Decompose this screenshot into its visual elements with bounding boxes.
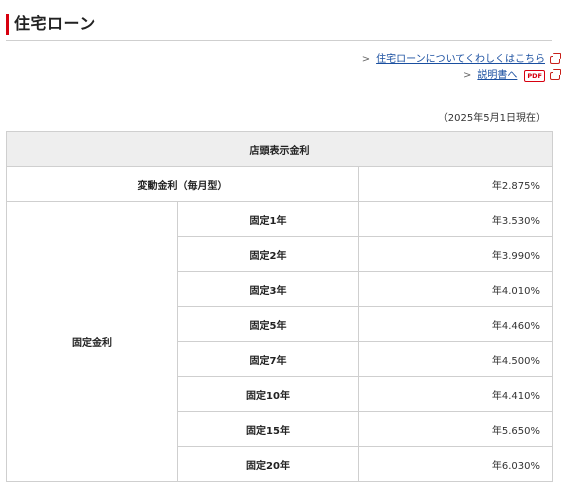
manual-link[interactable]: 説明書へ bbox=[477, 69, 517, 83]
page-heading: 住宅ローン bbox=[6, 12, 552, 41]
external-window-icon bbox=[550, 53, 561, 64]
detail-link-row[interactable]: > 住宅ローンについてくわしくはこちら bbox=[361, 53, 561, 67]
variable-rate-value: 年2.875% bbox=[357, 166, 554, 202]
fixed-rate-value: 年4.410% bbox=[357, 376, 554, 412]
pdf-icon: PDF bbox=[524, 70, 545, 82]
fixed-rate-value: 年4.010% bbox=[357, 271, 554, 307]
fixed-term-label: 固定10年 bbox=[177, 376, 359, 412]
page-title: 住宅ローン bbox=[14, 14, 96, 33]
table-header: 店頭表示金利 bbox=[5, 131, 554, 167]
fixed-term-label: 固定15年 bbox=[177, 411, 359, 447]
fixed-term-label: 固定1年 bbox=[177, 201, 359, 237]
heading-accent-bar bbox=[6, 14, 9, 35]
manual-link-row[interactable]: > 説明書へ PDF bbox=[463, 69, 561, 83]
external-window-icon bbox=[550, 69, 561, 80]
fixed-rate-value: 年4.500% bbox=[357, 341, 554, 377]
rates-table: 店頭表示金利 変動金利（毎月型） 年2.875% 固定金利 固定1年 年3.53… bbox=[5, 131, 554, 482]
fixed-rate-value: 年3.990% bbox=[357, 236, 554, 272]
fixed-rate-value: 年4.460% bbox=[357, 306, 554, 342]
variable-rate-label: 変動金利（毎月型） bbox=[6, 166, 359, 202]
table-row-variable: 変動金利（毎月型） 年2.875% bbox=[6, 166, 554, 202]
fixed-rate-value: 年5.650% bbox=[357, 411, 554, 447]
housing-loan-details-link[interactable]: 住宅ローンについてくわしくはこちら bbox=[376, 53, 545, 67]
fixed-term-label: 固定20年 bbox=[177, 446, 359, 482]
chevron-right-icon: > bbox=[463, 70, 472, 81]
fixed-term-label: 固定2年 bbox=[177, 236, 359, 272]
fixed-rate-value: 年3.530% bbox=[357, 201, 554, 237]
fixed-term-label: 固定3年 bbox=[177, 271, 359, 307]
fixed-rate-value: 年6.030% bbox=[357, 446, 554, 482]
table-row: 固定金利 固定1年 年3.530% bbox=[6, 201, 554, 482]
fixed-term-label: 固定5年 bbox=[177, 306, 359, 342]
chevron-right-icon: > bbox=[361, 54, 371, 65]
fixed-term-label: 固定7年 bbox=[177, 341, 359, 377]
as-of-date: （2025年5月1日現在） bbox=[437, 113, 546, 124]
fixed-rate-group-label: 固定金利 bbox=[6, 201, 178, 482]
